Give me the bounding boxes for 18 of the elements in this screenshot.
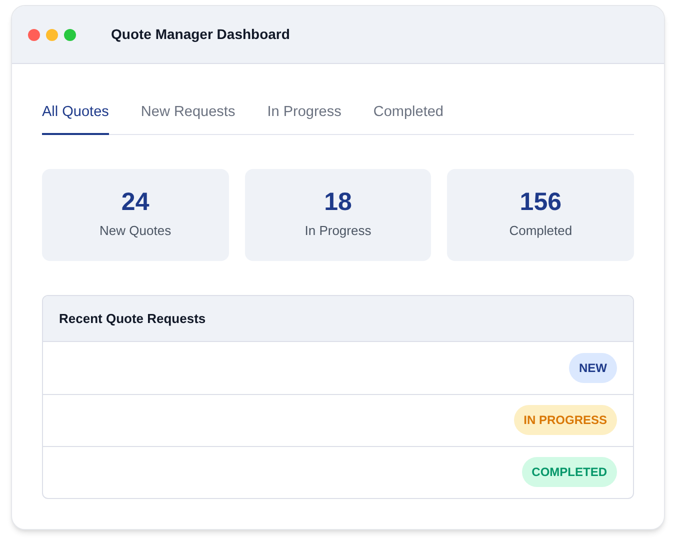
status-badge: NEW [569,352,617,383]
tab[interactable]: All Quotes [42,102,109,135]
stat-label: New Quotes [100,222,172,240]
status-badge: IN PROGRESS [514,405,617,436]
minimize-icon[interactable] [46,28,58,40]
stat-label: Completed [509,222,572,240]
status-badge: COMPLETED [522,457,617,488]
tab[interactable]: New Requests [140,102,236,135]
stat-label: In Progress [304,222,372,240]
stat-value: 156 [520,190,562,214]
stat-value: 18 [324,190,352,214]
table-title: Recent Quote Requests [59,310,206,328]
window-title: Quote Manager Dashboard [111,25,290,44]
maximize-icon[interactable] [64,28,76,40]
close-icon[interactable] [28,28,40,40]
tab[interactable]: In Progress [267,102,342,135]
stat-value: 24 [121,190,150,214]
tab[interactable]: Completed [373,102,444,135]
